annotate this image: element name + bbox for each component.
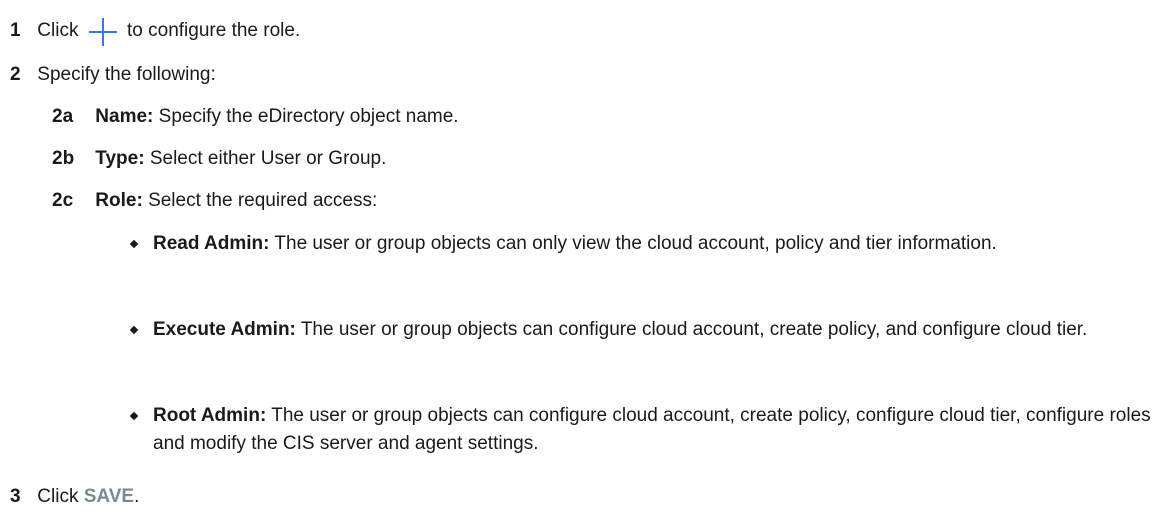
step-number: 3 (10, 486, 21, 507)
role-description: Read Admin: The user or group objects ca… (153, 230, 1161, 258)
step-number: 2 (10, 64, 21, 85)
step-text-before: Click (37, 486, 79, 507)
substep-label: Type: (95, 148, 145, 169)
substep-label: Role: (95, 190, 143, 211)
role-description: Root Admin: The user or group objects ca… (153, 402, 1161, 458)
plus-icon (86, 18, 120, 46)
bullet-diamond-icon (129, 239, 139, 249)
role-text: The user or group objects can only view … (274, 233, 997, 254)
step-2: 2 Specify the following: (10, 62, 216, 88)
role-description: Execute Admin: The user or group objects… (153, 316, 1161, 344)
role-read-admin: Read Admin: The user or group objects ca… (129, 230, 1161, 258)
substep-2b: 2b Type: Select either User or Group. (52, 146, 386, 172)
substep-2c: 2c Role: Select the required access: (52, 188, 377, 214)
bullet-diamond-icon (129, 325, 139, 335)
step-number: 1 (10, 20, 21, 41)
substep-2a: 2a Name: Specify the eDirectory object n… (52, 104, 459, 130)
substep-number: 2c (52, 190, 74, 211)
substep-label: Name: (95, 106, 154, 127)
substep-number: 2b (52, 148, 75, 169)
role-text: The user or group objects can configure … (300, 319, 1088, 340)
substep-text: Select the required access: (148, 190, 378, 211)
role-execute-admin: Execute Admin: The user or group objects… (129, 316, 1161, 344)
substep-text: Select either User or Group. (149, 148, 387, 169)
save-button-reference: SAVE (83, 486, 135, 507)
role-label: Root Admin: (153, 405, 267, 426)
role-label: Execute Admin: (153, 319, 296, 340)
role-label: Read Admin: (153, 233, 270, 254)
step-text: Specify the following: (37, 64, 216, 85)
step-text-after: to configure the role. (127, 20, 301, 41)
step-1: 1 Click to configure the role. (10, 18, 301, 46)
substep-number: 2a (52, 106, 74, 127)
role-text: The user or group objects can configure … (153, 405, 1151, 454)
step-3: 3 Click SAVE. (10, 484, 139, 510)
step-text-before: Click (37, 20, 79, 41)
bullet-diamond-icon (129, 411, 139, 421)
substep-text: Specify the eDirectory object name. (158, 106, 459, 127)
role-root-admin: Root Admin: The user or group objects ca… (129, 402, 1161, 458)
step-text-after: . (134, 486, 140, 507)
